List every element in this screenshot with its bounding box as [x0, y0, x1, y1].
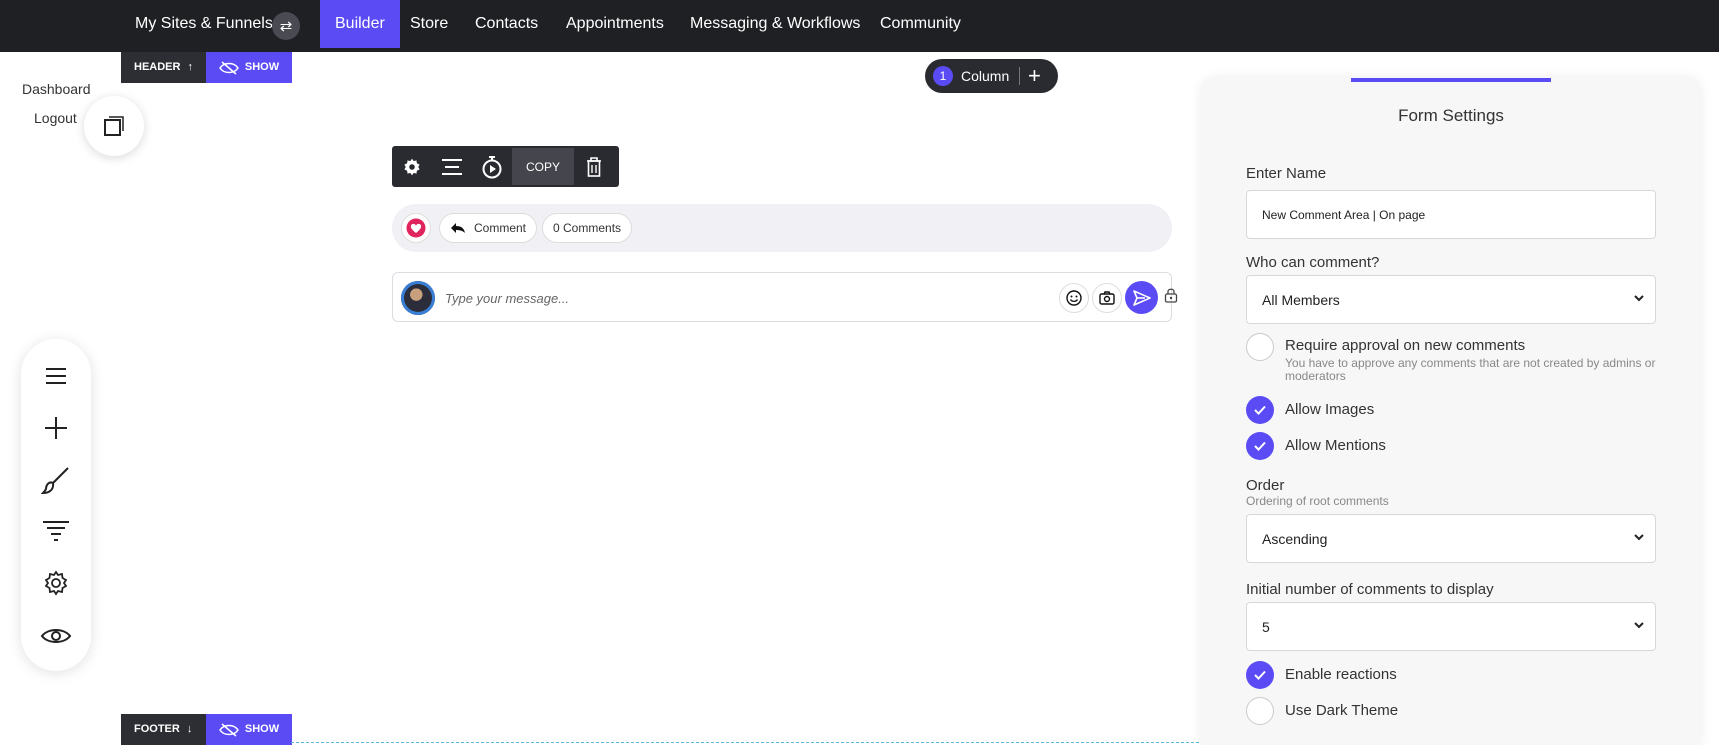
reaction-bar: Comment 0 Comments	[392, 204, 1172, 252]
who-can-comment-value: All Members	[1262, 291, 1340, 308]
comment-button[interactable]: Comment	[439, 213, 538, 243]
order-value: Ascending	[1262, 530, 1328, 547]
pages-toggle-button[interactable]	[84, 96, 144, 156]
emoji-icon	[1066, 290, 1082, 306]
allow-images-checkbox[interactable]	[1246, 396, 1274, 424]
nav-appointments[interactable]: Appointments	[551, 0, 679, 48]
nav-builder[interactable]: Builder	[320, 0, 400, 48]
builder-canvas	[121, 52, 1199, 745]
menu-icon[interactable]	[21, 356, 91, 396]
timer-icon[interactable]	[472, 146, 512, 187]
eye-icon[interactable]	[21, 616, 91, 656]
dashboard-link[interactable]: Dashboard	[22, 81, 91, 97]
trash-icon[interactable]	[574, 146, 614, 187]
heart-icon	[406, 218, 426, 238]
chevron-down-icon	[1634, 534, 1644, 541]
enable-reactions-checkbox[interactable]	[1246, 661, 1274, 689]
footer-section-tag: FOOTER ↓ SHOW	[121, 714, 292, 745]
panel-accent-bar	[1351, 78, 1551, 82]
nav-community[interactable]: Community	[865, 0, 976, 48]
comment-label: Comment	[474, 221, 527, 235]
enable-reactions-label: Enable reactions	[1285, 666, 1397, 683]
lock-icon[interactable]	[1164, 287, 1178, 308]
require-approval-checkbox[interactable]	[1246, 333, 1274, 361]
copy-button[interactable]: COPY	[512, 148, 574, 185]
name-label: Enter Name	[1246, 165, 1327, 182]
arrow-down-icon: ↓	[186, 723, 193, 735]
who-can-comment-select[interactable]: All Members	[1246, 275, 1656, 324]
arrow-up-icon: ↑	[187, 61, 194, 73]
message-input[interactable]	[445, 287, 1005, 309]
avatar	[401, 281, 435, 315]
name-field-value: New Comment Area | On page	[1262, 207, 1426, 222]
column-selector[interactable]: 1 Column +	[925, 59, 1058, 93]
require-approval-label: Require approval on new comments	[1285, 337, 1526, 354]
require-approval-help: You have to approve any comments that ar…	[1285, 356, 1656, 383]
nav-messaging-workflows[interactable]: Messaging & Workflows	[675, 0, 875, 48]
header-tag-label[interactable]: HEADER ↑	[121, 52, 206, 83]
eye-off-icon	[218, 60, 239, 75]
top-navigation: My Sites & Funnels ⇄ Builder Store Conta…	[0, 0, 1719, 52]
column-count-badge: 1	[933, 66, 953, 86]
name-field[interactable]: New Comment Area | On page	[1246, 190, 1656, 239]
camera-icon	[1099, 291, 1115, 305]
gear-icon[interactable]	[21, 563, 91, 603]
initial-comments-value: 5	[1262, 618, 1270, 635]
dark-theme-checkbox[interactable]	[1246, 697, 1274, 725]
allow-mentions-checkbox[interactable]	[1246, 432, 1274, 460]
nav-contacts[interactable]: Contacts	[460, 0, 553, 48]
column-label: Column	[961, 68, 1010, 84]
settings-gear-icon[interactable]	[392, 146, 432, 187]
order-label: Order	[1246, 477, 1285, 494]
comment-composer	[392, 272, 1172, 322]
check-icon	[1254, 670, 1266, 680]
column-divider	[1019, 67, 1020, 85]
check-icon	[1254, 405, 1266, 415]
filter-icon[interactable]	[21, 511, 91, 551]
allow-mentions-label: Allow Mentions	[1285, 437, 1386, 454]
form-settings-panel: Form Settings Enter Name New Comment Are…	[1201, 78, 1701, 745]
footer-divider	[291, 742, 1199, 743]
emoji-button[interactable]	[1059, 283, 1089, 313]
nav-store[interactable]: Store	[395, 0, 463, 48]
like-button[interactable]	[401, 213, 431, 243]
check-icon	[1254, 441, 1266, 451]
initial-comments-label: Initial number of comments to display	[1246, 581, 1494, 598]
footer-show-button[interactable]: SHOW	[206, 714, 292, 745]
send-icon	[1132, 289, 1151, 306]
logout-link[interactable]: Logout	[34, 110, 77, 126]
brush-icon[interactable]	[21, 460, 91, 500]
panel-title: Form Settings	[1398, 106, 1504, 125]
camera-button[interactable]	[1092, 283, 1122, 313]
footer-tag-label[interactable]: FOOTER ↓	[121, 714, 206, 745]
header-show-button[interactable]: SHOW	[206, 52, 292, 83]
header-section-tag: HEADER ↑ SHOW	[121, 52, 292, 83]
chevron-down-icon	[1634, 622, 1644, 629]
reply-icon	[451, 223, 465, 233]
allow-images-label: Allow Images	[1285, 401, 1375, 418]
initial-comments-select[interactable]: 5	[1246, 602, 1656, 651]
chevron-down-icon	[1634, 295, 1644, 302]
plus-icon[interactable]	[21, 408, 91, 448]
align-icon[interactable]	[432, 146, 472, 187]
comments-count: 0 Comments	[553, 221, 622, 235]
eye-off-icon	[218, 722, 239, 737]
switch-site-icon[interactable]: ⇄	[272, 12, 300, 40]
who-can-comment-label: Who can comment?	[1246, 254, 1380, 271]
order-select[interactable]: Ascending	[1246, 514, 1656, 563]
comments-count-button[interactable]: 0 Comments	[542, 213, 633, 243]
send-button[interactable]	[1125, 281, 1158, 314]
tool-rail	[21, 339, 91, 671]
brand-link[interactable]: My Sites & Funnels	[135, 15, 273, 33]
order-help: Ordering of root comments	[1246, 494, 1389, 508]
add-column-icon[interactable]: +	[1028, 63, 1041, 89]
element-toolbar: COPY	[392, 146, 619, 187]
copy-pages-icon	[104, 116, 124, 136]
dark-theme-label: Use Dark Theme	[1285, 702, 1399, 719]
